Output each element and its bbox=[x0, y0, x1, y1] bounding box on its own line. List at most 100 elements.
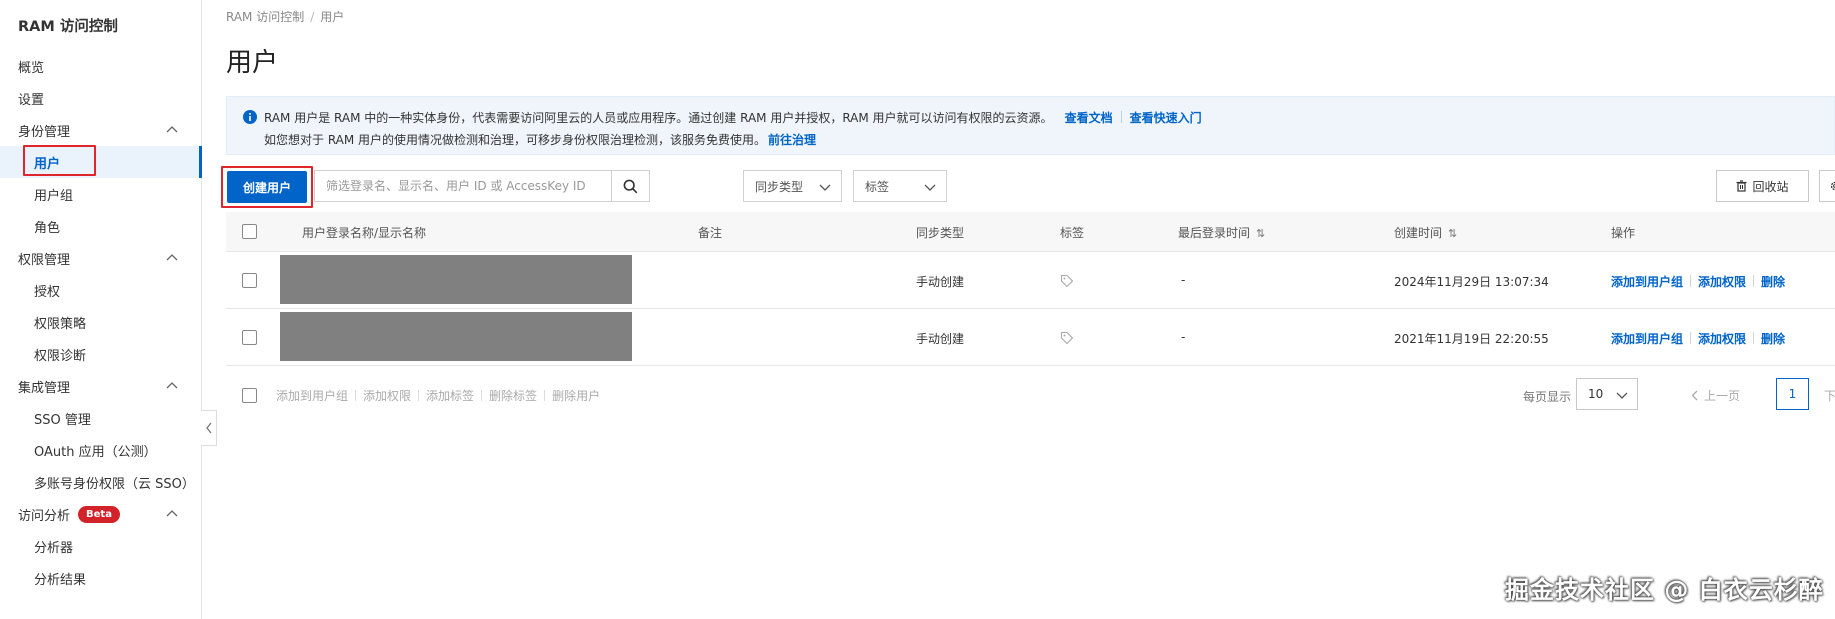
sidebar-item-oauth[interactable]: OAuth 应用（公测） bbox=[0, 434, 202, 466]
row-checkbox[interactable] bbox=[242, 330, 257, 345]
watermark: 掘金技术社区 @ 白衣云杉醉 bbox=[1505, 576, 1824, 604]
add-to-group-link[interactable]: 添加到用户组 bbox=[1611, 332, 1683, 346]
table-header: 用户登录名称/显示名称 备注 同步类型 标签 最后登录时间 ⇅ 创建时间 ⇅ 操作 bbox=[226, 212, 1835, 252]
info-text-1: RAM 用户是 RAM 中的一种实体身份，代表需要访问阿里云的人员或应用程序。通… bbox=[264, 111, 1053, 125]
col-header-last-login[interactable]: 最后登录时间 ⇅ bbox=[1178, 224, 1265, 241]
sidebar-item-label: 用户 bbox=[34, 156, 61, 172]
search-input[interactable] bbox=[315, 171, 607, 201]
bulk-add-tag[interactable]: 添加标签 bbox=[426, 389, 474, 403]
chevron-left-icon bbox=[1691, 390, 1698, 401]
sidebar-item-label: 角色 bbox=[34, 220, 61, 236]
delete-link[interactable]: 删除 bbox=[1761, 332, 1785, 346]
sidebar-group-identity[interactable]: 身份管理 bbox=[0, 114, 202, 146]
sidebar-item-diagnosis[interactable]: 权限诊断 bbox=[0, 338, 202, 370]
tag-select-label: 标签 bbox=[865, 179, 890, 194]
divider bbox=[355, 390, 357, 401]
page-size-select[interactable]: 10 bbox=[1576, 378, 1638, 410]
cell-sync-type: 手动创建 bbox=[916, 275, 965, 289]
breadcrumb-root[interactable]: RAM 访问控制 bbox=[226, 10, 304, 24]
sync-type-select[interactable]: 同步类型 bbox=[743, 170, 842, 202]
page-number-current[interactable]: 1 bbox=[1776, 378, 1809, 410]
sidebar-item-label: 用户组 bbox=[34, 188, 74, 204]
chevron-up-icon bbox=[166, 382, 178, 389]
chevron-down-icon bbox=[819, 184, 831, 191]
sidebar-item-grants[interactable]: 授权 bbox=[0, 274, 202, 306]
info-line-2: 如您想对于 RAM 用户的使用情况做检测和治理，可移步身份权限治理检测，该服务免… bbox=[264, 131, 816, 148]
settings-button[interactable] bbox=[1819, 170, 1835, 202]
divider bbox=[418, 390, 420, 401]
prev-page-label: 上一页 bbox=[1704, 389, 1741, 403]
sidebar: RAM 访问控制 概览 设置 身份管理 用户 用户组 角色 权限管理 授权 权限… bbox=[0, 0, 202, 619]
sidebar-title: RAM 访问控制 bbox=[18, 19, 118, 35]
search-button[interactable] bbox=[611, 171, 649, 201]
quickstart-link[interactable]: 查看快速入门 bbox=[1130, 111, 1202, 125]
sidebar-collapse-button[interactable] bbox=[201, 410, 217, 446]
info-line-1: RAM 用户是 RAM 中的一种实体身份，代表需要访问阿里云的人员或应用程序。通… bbox=[264, 109, 1202, 126]
sidebar-item-overview[interactable]: 概览 bbox=[0, 50, 202, 82]
tag-icon[interactable] bbox=[1060, 331, 1074, 345]
search-icon bbox=[623, 179, 638, 193]
table-footer: 添加到用户组 添加权限 添加标签 删除标签 删除用户 每页显示 10 上一页 1 下一 bbox=[226, 378, 1835, 414]
create-user-button[interactable]: 创建用户 bbox=[227, 171, 307, 203]
sort-icon: ⇅ bbox=[1256, 227, 1266, 240]
table-row: 手动创建 - 2021年11月19日 22:20:55 添加到用户组 添加权限 删除 bbox=[226, 309, 1835, 366]
trash-icon bbox=[1736, 180, 1747, 192]
sidebar-group-access-analysis[interactable]: 访问分析 Beta bbox=[0, 498, 202, 530]
sidebar-group-integration[interactable]: 集成管理 bbox=[0, 370, 202, 402]
sidebar-item-policies[interactable]: 权限策略 bbox=[0, 306, 202, 338]
governance-link[interactable]: 前往治理 bbox=[768, 133, 816, 147]
docs-link[interactable]: 查看文档 bbox=[1065, 111, 1113, 125]
row-actions: 添加到用户组 添加权限 删除 bbox=[1611, 273, 1785, 290]
sidebar-item-analysis-results[interactable]: 分析结果 bbox=[0, 562, 202, 594]
sidebar-item-label: 权限管理 bbox=[18, 252, 71, 268]
col-header-created[interactable]: 创建时间 ⇅ bbox=[1394, 224, 1457, 241]
add-to-group-link[interactable]: 添加到用户组 bbox=[1611, 275, 1683, 289]
sidebar-item-settings[interactable]: 设置 bbox=[0, 82, 202, 114]
chevron-up-icon bbox=[166, 510, 178, 517]
sidebar-item-users[interactable]: 用户 bbox=[0, 146, 202, 178]
sidebar-item-roles[interactable]: 角色 bbox=[0, 210, 202, 242]
divider bbox=[1690, 332, 1692, 344]
info-icon bbox=[243, 110, 257, 124]
sidebar-group-permissions[interactable]: 权限管理 bbox=[0, 242, 202, 274]
cell-sync-type: 手动创建 bbox=[916, 332, 965, 346]
sidebar-item-label: 分析结果 bbox=[34, 572, 87, 588]
sidebar-item-label: 授权 bbox=[34, 284, 61, 300]
footer-select-all-checkbox[interactable] bbox=[242, 388, 257, 403]
row-checkbox[interactable] bbox=[242, 273, 257, 288]
info-banner: RAM 用户是 RAM 中的一种实体身份，代表需要访问阿里云的人员或应用程序。通… bbox=[226, 96, 1835, 155]
bulk-actions: 添加到用户组 添加权限 添加标签 删除标签 删除用户 bbox=[276, 387, 600, 404]
redacted-username bbox=[280, 255, 632, 304]
select-all-checkbox[interactable] bbox=[242, 224, 257, 239]
col-header-ops: 操作 bbox=[1611, 226, 1636, 240]
bulk-delete-users[interactable]: 删除用户 bbox=[552, 389, 600, 403]
col-header-tag: 标签 bbox=[1060, 226, 1085, 240]
tag-select[interactable]: 标签 bbox=[853, 170, 947, 202]
sidebar-item-user-groups[interactable]: 用户组 bbox=[0, 178, 202, 210]
tag-icon[interactable] bbox=[1060, 274, 1074, 288]
col-header-label: 最后登录时间 bbox=[1178, 226, 1251, 240]
sidebar-item-label: 概览 bbox=[18, 60, 45, 76]
add-permission-link[interactable]: 添加权限 bbox=[1698, 275, 1746, 289]
sidebar-item-analyzers[interactable]: 分析器 bbox=[0, 530, 202, 562]
bulk-add-permission[interactable]: 添加权限 bbox=[363, 389, 411, 403]
prev-page-button[interactable]: 上一页 bbox=[1691, 387, 1740, 404]
divider bbox=[1753, 275, 1755, 287]
divider bbox=[1690, 275, 1692, 287]
next-page-button[interactable]: 下一 bbox=[1824, 387, 1835, 404]
redacted-username bbox=[280, 312, 632, 361]
bulk-remove-tag[interactable]: 删除标签 bbox=[489, 389, 537, 403]
search-box bbox=[314, 170, 650, 202]
sidebar-item-label: SSO 管理 bbox=[34, 412, 91, 428]
breadcrumb-separator: / bbox=[310, 10, 315, 24]
sidebar-item-sso[interactable]: SSO 管理 bbox=[0, 402, 202, 434]
sidebar-item-label: OAuth 应用（公测） bbox=[34, 444, 157, 460]
bulk-add-to-group[interactable]: 添加到用户组 bbox=[276, 389, 348, 403]
main-content: RAM 访问控制 / 用户 用户 RAM 用户是 RAM 中的一种实体身份，代表需要… bbox=[221, 0, 1835, 619]
delete-link[interactable]: 删除 bbox=[1761, 275, 1785, 289]
chevron-down-icon bbox=[924, 184, 936, 191]
add-permission-link[interactable]: 添加权限 bbox=[1698, 332, 1746, 346]
recycle-bin-button[interactable]: 回收站 bbox=[1716, 170, 1809, 202]
sidebar-item-cloud-sso[interactable]: 多账号身份权限（云 SSO） bbox=[0, 466, 202, 498]
info-text-2: 如您想对于 RAM 用户的使用情况做检测和治理，可移步身份权限治理检测，该服务免… bbox=[264, 133, 767, 147]
